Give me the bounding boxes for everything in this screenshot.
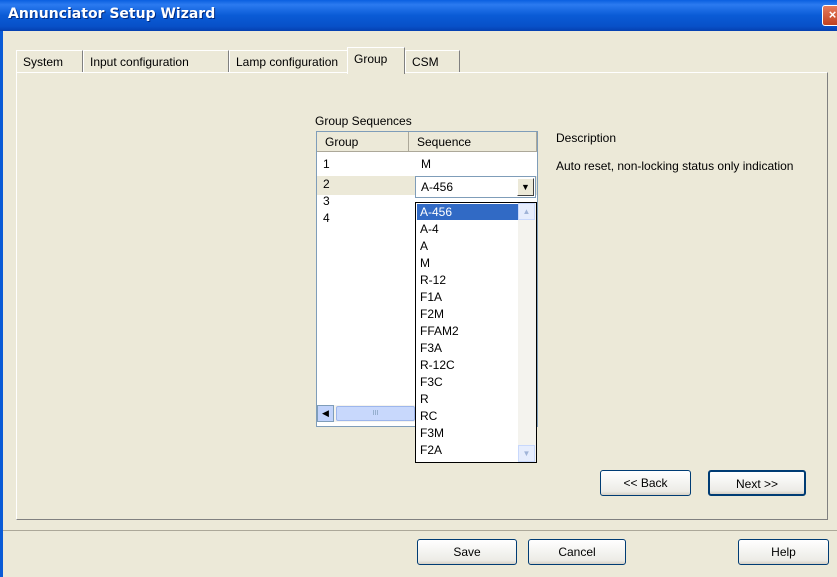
sequence-combobox[interactable]: A-456 ▼ (415, 176, 536, 198)
column-header-sequence[interactable]: Sequence (409, 132, 537, 152)
close-button[interactable]: × (822, 5, 837, 26)
description-title: Description (556, 131, 617, 145)
window-title: Annunciator Setup Wizard (8, 6, 216, 22)
back-button[interactable]: << Back (600, 470, 691, 496)
dropdown-option[interactable]: R-12 (417, 272, 518, 288)
dropdown-option[interactable]: F2M (417, 306, 518, 322)
dropdown-option[interactable]: A (417, 238, 518, 254)
dropdown-option[interactable]: F2A (417, 442, 518, 458)
dropdown-option[interactable]: F3C (417, 374, 518, 390)
tab-input-configuration[interactable]: Input configuration (83, 50, 229, 73)
description-text: Auto reset, non-locking status only indi… (556, 159, 794, 173)
cell-group[interactable]: 1 (317, 156, 330, 173)
tab-lamp-configuration[interactable]: Lamp configuration (229, 50, 363, 73)
dropdown-option[interactable]: A-456 (417, 204, 518, 220)
scroll-thumb[interactable]: III (336, 406, 415, 421)
chevron-down-icon[interactable]: ▼ (517, 178, 534, 196)
title-bar: Annunciator Setup Wizard × (0, 0, 837, 31)
grid-horizontal-scrollbar[interactable]: ◀ III (317, 405, 415, 422)
cell-sequence[interactable]: M (415, 156, 431, 173)
close-icon: × (828, 7, 837, 22)
cell-group[interactable]: 3 (317, 193, 330, 210)
dropdown-option[interactable]: FFAM2 (417, 323, 518, 339)
sequence-dropdown-list[interactable]: A-456 A-4 A M R-12 F1A F2M FFAM2 F3A R-1… (415, 202, 537, 463)
dropdown-vertical-scrollbar[interactable]: ▲ ▼ (518, 203, 536, 462)
group-sequences-label: Group Sequences (315, 114, 412, 128)
dropdown-option[interactable]: F3A (417, 340, 518, 356)
dropdown-option[interactable]: RC (417, 408, 518, 424)
scroll-up-icon[interactable]: ▲ (518, 203, 535, 220)
dropdown-option[interactable]: A-4 (417, 221, 518, 237)
cancel-button[interactable]: Cancel (528, 539, 626, 565)
scroll-left-icon[interactable]: ◀ (317, 405, 334, 422)
dropdown-option[interactable]: M (417, 255, 518, 271)
cell-group[interactable]: 2 (317, 176, 330, 193)
tab-system[interactable]: System (16, 50, 83, 73)
help-button[interactable]: Help (738, 539, 829, 565)
save-button[interactable]: Save (417, 539, 517, 565)
dropdown-option[interactable]: F3M (417, 425, 518, 441)
dropdown-option[interactable]: R-12C (417, 357, 518, 373)
column-header-group[interactable]: Group (317, 132, 409, 152)
dropdown-option[interactable]: F1A (417, 289, 518, 305)
tab-group[interactable]: Group (347, 47, 405, 74)
scroll-down-icon[interactable]: ▼ (518, 445, 535, 462)
next-button[interactable]: Next >> (708, 470, 806, 496)
tab-csm[interactable]: CSM (405, 50, 460, 73)
cell-group[interactable]: 4 (317, 210, 330, 227)
footer-divider (3, 530, 837, 531)
dropdown-option[interactable]: R (417, 391, 518, 407)
sequence-combobox-value: A-456 (421, 180, 454, 194)
